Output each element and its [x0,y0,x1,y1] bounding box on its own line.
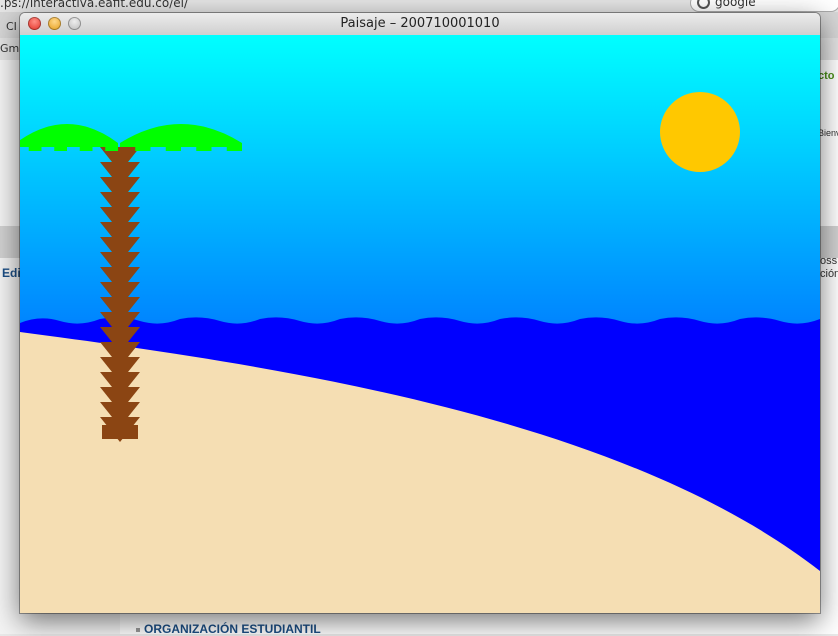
bullet-icon [136,627,140,632]
landscape-canvas [20,35,820,613]
search-input[interactable]: google [690,0,838,12]
page-left-text: Edi [2,266,21,280]
search-icon [697,0,710,9]
search-value: google [715,0,756,9]
page-right-text-3: oss [820,255,838,267]
address-text: .ps://interactiva.eafit.edu.co/ei/ [0,0,189,10]
sun-icon [660,92,740,172]
sky [20,35,820,335]
page-right-text-4: ción [820,268,838,280]
paisaje-window: Paisaje – 200710001010 [20,13,820,613]
page-right-text-1: cto [818,70,835,82]
window-titlebar[interactable]: Paisaje – 200710001010 [20,13,820,36]
window-title: Paisaje – 200710001010 [340,16,500,31]
palm-trunk-base [102,425,138,439]
page-right-text-2: Bienv [818,128,838,138]
tab-partial[interactable]: CI [6,20,17,33]
